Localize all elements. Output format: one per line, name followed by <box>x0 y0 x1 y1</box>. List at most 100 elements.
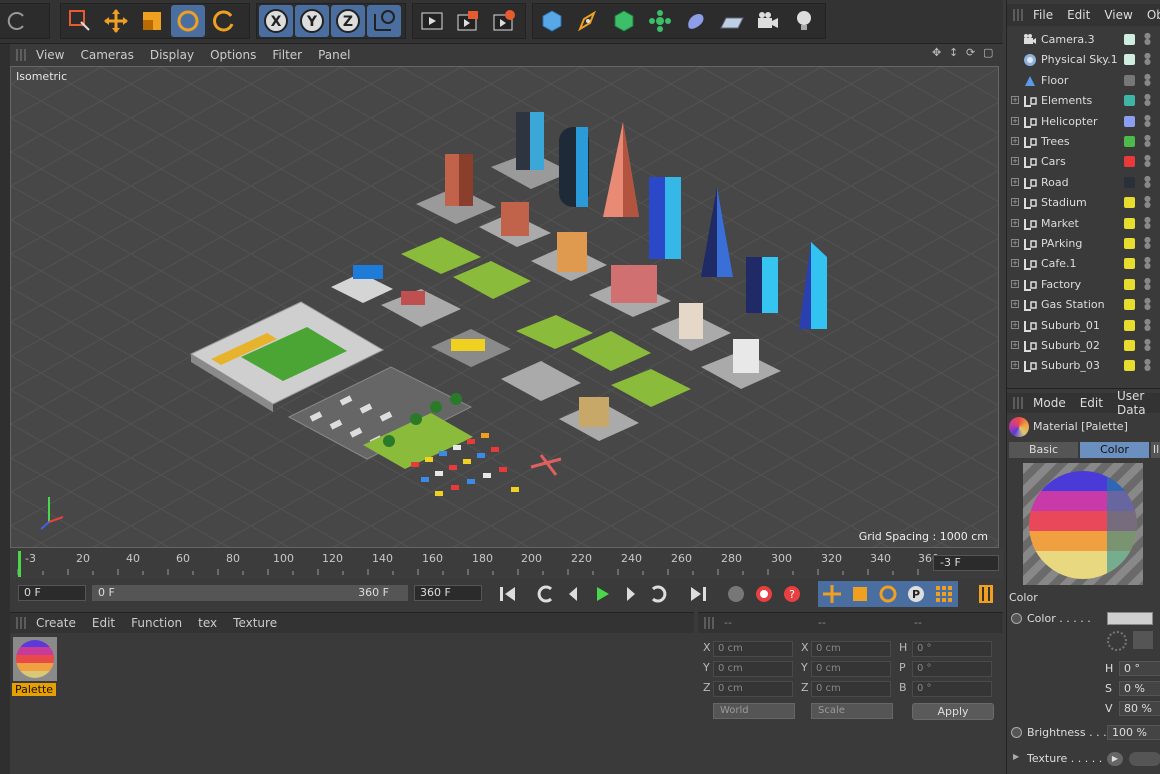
expand-toggle-icon[interactable]: + <box>1011 279 1019 288</box>
menu-file[interactable]: File <box>1033 8 1053 22</box>
rotation-b-field[interactable]: 0 ° <box>912 681 992 697</box>
s-field[interactable]: 0 % <box>1119 681 1160 696</box>
expand-arrow-icon[interactable]: ▶ <box>1013 752 1019 761</box>
previous-key-icon[interactable] <box>532 581 560 607</box>
visibility-dots-icon[interactable]: ● ● <box>1144 317 1151 331</box>
menu-options[interactable]: Options <box>210 48 256 62</box>
move-icon[interactable] <box>99 5 133 37</box>
panel-grip-icon[interactable] <box>1013 9 1025 21</box>
tab-illumination[interactable]: Il <box>1151 442 1160 458</box>
object-row[interactable]: + Suburb_02 ● ● <box>1007 336 1160 356</box>
material-swatch[interactable] <box>13 637 57 681</box>
object-row[interactable]: + Cafe.1 ● ● <box>1007 254 1160 274</box>
layer-color-tag[interactable] <box>1124 360 1135 372</box>
key-scale-icon[interactable] <box>846 581 874 607</box>
3d-viewport[interactable]: Isometric Grid Spacing : 1000 cm <box>10 66 999 548</box>
layer-color-tag[interactable] <box>1124 54 1135 66</box>
position-z-field[interactable]: 0 cm <box>713 681 793 697</box>
color-picker-spectrum-icon[interactable] <box>1133 631 1153 649</box>
select-icon[interactable] <box>63 5 97 37</box>
panel-grip-icon[interactable] <box>1013 397 1025 409</box>
size-y-field[interactable]: 0 cm <box>811 661 891 677</box>
visibility-dots-icon[interactable]: ● ● <box>1144 276 1151 290</box>
layer-color-tag[interactable] <box>1124 176 1135 188</box>
previous-frame-icon[interactable] <box>560 581 588 607</box>
size-z-field[interactable]: 0 cm <box>811 681 891 697</box>
expand-toggle-icon[interactable]: + <box>1011 259 1019 268</box>
dolly-icon[interactable]: ↕ <box>949 47 961 59</box>
menu-edit[interactable]: Edit <box>1080 396 1103 410</box>
render-picture-viewer-icon[interactable] <box>451 5 485 37</box>
menu-edit[interactable]: Edit <box>92 616 115 630</box>
layer-color-tag[interactable] <box>1124 156 1135 168</box>
next-key-icon[interactable] <box>644 581 672 607</box>
subdivision-icon[interactable] <box>607 5 641 37</box>
object-row[interactable]: + Suburb_03 ● ● <box>1007 356 1160 376</box>
expand-toggle-icon[interactable]: + <box>1011 239 1019 247</box>
rotate-icon[interactable] <box>171 5 205 37</box>
pan-icon[interactable]: ✥ <box>932 47 944 59</box>
visibility-dots-icon[interactable]: ● ● <box>1144 195 1151 209</box>
visibility-dots-icon[interactable]: ● ● <box>1144 134 1151 148</box>
visibility-dots-icon[interactable]: ● ● <box>1144 297 1151 311</box>
brightness-animate-radio[interactable] <box>1011 727 1022 738</box>
object-row[interactable]: + Market ● ● <box>1007 214 1160 234</box>
layer-color-tag[interactable] <box>1124 115 1135 127</box>
position-x-field[interactable]: 0 cm <box>713 641 793 657</box>
world-select[interactable]: World <box>713 703 795 719</box>
visibility-dots-icon[interactable]: ● ● <box>1144 93 1151 107</box>
color-swatch[interactable] <box>1107 612 1153 625</box>
menu-objects[interactable]: Obje <box>1147 8 1160 22</box>
layer-color-tag[interactable] <box>1124 136 1135 147</box>
menu-tex[interactable]: tex <box>198 616 217 630</box>
visibility-dots-icon[interactable]: ● ● <box>1144 32 1151 46</box>
rotation-h-field[interactable]: 0 ° <box>912 641 992 657</box>
key-position-icon[interactable] <box>818 581 846 607</box>
expand-toggle-icon[interactable]: + <box>1011 157 1019 166</box>
play-icon[interactable] <box>588 581 616 607</box>
layer-color-tag[interactable] <box>1124 238 1135 249</box>
expand-toggle-icon[interactable]: + <box>1011 177 1019 186</box>
orbit-icon[interactable]: ⟳ <box>966 47 978 59</box>
menu-panel[interactable]: Panel <box>318 48 350 62</box>
object-row[interactable]: Physical Sky.1 ● ● <box>1007 50 1160 70</box>
key-parameter-icon[interactable]: P <box>902 581 930 607</box>
object-row[interactable]: Floor ● ● <box>1007 71 1160 91</box>
y-axis-lock-icon[interactable]: Y <box>295 5 329 37</box>
expand-toggle-icon[interactable]: + <box>1011 341 1019 349</box>
undo-icon[interactable] <box>1 5 35 37</box>
rotation-p-field[interactable]: 0 ° <box>912 661 992 677</box>
layer-color-tag[interactable] <box>1124 74 1135 86</box>
texture-field[interactable] <box>1129 752 1160 766</box>
visibility-dots-icon[interactable]: ● ● <box>1144 154 1151 168</box>
x-axis-lock-icon[interactable]: X <box>259 5 293 37</box>
expand-toggle-icon[interactable]: + <box>1011 320 1019 329</box>
visibility-dots-icon[interactable]: ● ● <box>1144 72 1151 86</box>
record-keys-icon[interactable] <box>750 581 778 607</box>
visibility-dots-icon[interactable]: ● ● <box>1144 215 1151 229</box>
h-field[interactable]: 0 ° <box>1119 661 1160 676</box>
object-row[interactable]: + Factory ● ● <box>1007 275 1160 295</box>
key-rotation-icon[interactable] <box>874 581 902 607</box>
menu-cameras[interactable]: Cameras <box>80 48 133 62</box>
menu-create[interactable]: Create <box>36 616 76 630</box>
pen-icon[interactable] <box>571 5 605 37</box>
tab-basic[interactable]: Basic <box>1009 442 1078 458</box>
expand-toggle-icon[interactable]: + <box>1011 198 1019 207</box>
visibility-dots-icon[interactable]: ● ● <box>1144 113 1151 127</box>
object-row[interactable]: + Trees ● ● <box>1007 132 1160 152</box>
maximize-icon[interactable]: ▢ <box>983 47 995 59</box>
brightness-field[interactable]: 100 % <box>1107 725 1160 740</box>
object-row[interactable]: Camera.3 ● ● <box>1007 30 1160 50</box>
object-row[interactable]: + Elements ● ● <box>1007 91 1160 111</box>
object-row[interactable]: + Stadium ● ● <box>1007 193 1160 213</box>
layer-color-tag[interactable] <box>1124 34 1135 45</box>
scale-select[interactable]: Scale <box>811 703 893 719</box>
object-row[interactable]: + Helicopter ● ● <box>1007 112 1160 132</box>
autokey-icon[interactable]: ? <box>778 581 806 607</box>
camera-icon[interactable] <box>751 5 785 37</box>
coordinate-system-icon[interactable] <box>367 5 401 37</box>
panel-grip-icon[interactable] <box>16 617 28 629</box>
panel-grip-icon[interactable] <box>704 617 716 629</box>
cloner-icon[interactable] <box>643 5 677 37</box>
